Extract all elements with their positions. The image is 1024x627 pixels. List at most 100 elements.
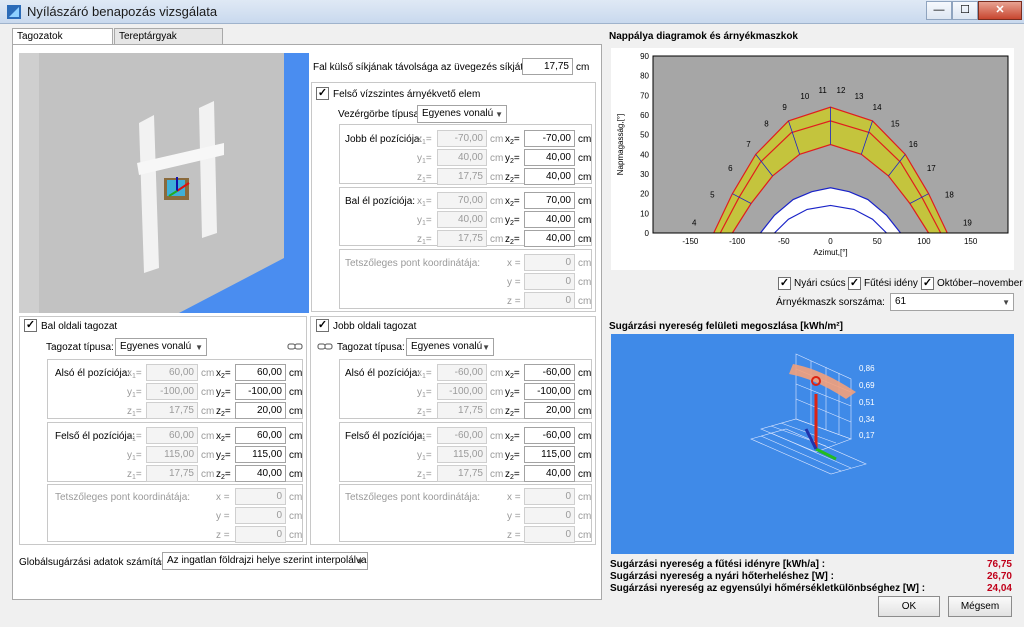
top-right-y1-input: 40,00 (437, 149, 487, 166)
chevron-down-icon: ▼ (356, 557, 364, 566)
geometry-3d-view[interactable] (19, 53, 309, 313)
left-upper-x2-input[interactable]: 60,00 (235, 427, 286, 444)
left-side-label: Bal oldali tagozat (41, 321, 118, 332)
y2-label: y2= (505, 153, 520, 165)
unit-label: cm (578, 296, 592, 307)
left-arbitrary-y-input: 0 (235, 507, 286, 524)
unit-label: cm (578, 196, 592, 207)
left-lower-y1-input: -100,00 (146, 383, 198, 400)
z1-label: z1= (127, 406, 142, 418)
link-icon[interactable] (287, 342, 303, 351)
right-lower-y2-input[interactable]: -100,00 (524, 383, 575, 400)
right-arbitrary-y-input: 0 (524, 507, 575, 524)
left-type-select[interactable]: Egyenes vonalú ▼ (115, 338, 207, 356)
x1-label: x1= (417, 431, 432, 443)
left-upper-y2-input[interactable]: 115,00 (235, 446, 286, 463)
top-right-x2-input[interactable]: -70,00 (524, 130, 575, 147)
ok-button[interactable]: OK (878, 596, 940, 617)
shade-mask-label: Árnyékmaszk sorszáma: (776, 297, 885, 308)
top-right-y2-input[interactable]: 40,00 (524, 149, 575, 166)
minimize-button[interactable]: — (926, 1, 952, 20)
unit-label: cm (289, 511, 303, 522)
y2-label: y2= (216, 450, 231, 462)
unit-label: cm (578, 277, 592, 288)
z-label: z = (507, 530, 521, 541)
oct-nov-checkbox[interactable]: ✓ (921, 277, 934, 290)
unit-label: cm (490, 450, 504, 461)
hour-label: 15 (891, 119, 900, 128)
global-radiation-select[interactable]: Az ingatlan földrajzi helye szerint inte… (162, 552, 368, 570)
unit-label: cm (201, 387, 215, 398)
unit-label: cm (490, 153, 504, 164)
unit-label: cm (578, 492, 592, 503)
left-side-checkbox[interactable]: ✓ (24, 319, 37, 332)
right-upper-z2-input[interactable]: 40,00 (524, 465, 575, 482)
hour-label: 19 (963, 219, 972, 228)
right-side-checkbox[interactable]: ✓ (316, 319, 329, 332)
hour-label: 4 (692, 219, 697, 228)
right-upper-y2-input[interactable]: 115,00 (524, 446, 575, 463)
top-left-x2-input[interactable]: 70,00 (524, 192, 575, 209)
scale-label: 0,69 (859, 381, 875, 390)
wall-distance-input[interactable]: 17,75 (522, 58, 573, 75)
y-label: y = (216, 511, 230, 522)
radiation-3d-view[interactable]: 0,86 0,69 0,51 0,34 0,17 (611, 334, 1014, 554)
y2-label: y2= (216, 387, 231, 399)
right-lower-x1-input: -60,00 (437, 364, 487, 381)
top-element-checkbox[interactable]: ✓ (316, 87, 329, 100)
right-arbitrary-z-input: 0 (524, 526, 575, 543)
right-arbitrary-x-input: 0 (524, 488, 575, 505)
x1-label: x1= (127, 368, 142, 380)
y2-label: y2= (505, 215, 520, 227)
sun-panel-title: Nappálya diagramok és árnyékmaszkok (609, 31, 798, 42)
title-bar: Nyílászáró benapozás vizsgálata — ☐ ✕ (0, 0, 1024, 24)
right-type-value: Egyenes vonalú (411, 341, 483, 352)
top-left-edge-label: Bal él pozíciója: (345, 196, 416, 207)
shade-mask-select[interactable]: 61 ▼ (890, 293, 1014, 311)
unit-label: cm (289, 450, 303, 461)
left-arbitrary-label: Tetszőleges pont koordinátája: (55, 492, 191, 503)
right-lower-x2-input[interactable]: -60,00 (524, 364, 575, 381)
hour-label: 8 (764, 119, 769, 128)
left-lower-z2-input[interactable]: 20,00 (235, 402, 286, 419)
top-right-z2-input[interactable]: 40,00 (524, 168, 575, 185)
oct-nov-label: Október–november (937, 278, 1023, 289)
top-left-y2-input[interactable]: 40,00 (524, 211, 575, 228)
close-button[interactable]: ✕ (978, 1, 1022, 20)
summer-peak-checkbox[interactable]: ✓ (778, 277, 791, 290)
result-summer-value: 26,70 (986, 571, 1012, 582)
tab-geometry[interactable]: Tagozatok geometriája (12, 28, 113, 57)
z-label: z = (216, 530, 230, 541)
z1-label: z1= (417, 406, 432, 418)
app-icon (7, 5, 21, 19)
top-left-z2-input[interactable]: 40,00 (524, 230, 575, 247)
result-balance-value: 24,04 (986, 583, 1012, 594)
unit-label: cm (289, 530, 303, 541)
right-type-select[interactable]: Egyenes vonalú ▼ (406, 338, 494, 356)
unit-label: cm (578, 406, 592, 417)
unit-label: cm (578, 368, 592, 379)
left-upper-z2-input[interactable]: 40,00 (235, 465, 286, 482)
x-label: x = (507, 492, 521, 503)
x1-label: x1= (417, 368, 432, 380)
heating-season-checkbox[interactable]: ✓ (848, 277, 861, 290)
left-lower-y2-input[interactable]: -100,00 (235, 383, 286, 400)
maximize-button[interactable]: ☐ (952, 1, 978, 20)
unit-label: cm (289, 492, 303, 503)
y-label: y = (507, 277, 521, 288)
top-arbitrary-z-input: 0 (524, 292, 575, 309)
link-icon[interactable] (317, 342, 333, 351)
left-lower-x2-input[interactable]: 60,00 (235, 364, 286, 381)
hour-label: 18 (945, 191, 954, 200)
right-upper-x2-input[interactable]: -60,00 (524, 427, 575, 444)
summer-peak-label: Nyári csúcs (794, 278, 846, 289)
x-tick-label: -50 (778, 237, 790, 246)
right-lower-z2-input[interactable]: 20,00 (524, 402, 575, 419)
hour-label: 6 (728, 164, 733, 173)
top-curve-select[interactable]: Egyenes vonalú ▼ (417, 105, 507, 123)
scale-label: 0,34 (859, 415, 875, 424)
tab-terrain[interactable]: Tereptárgyak megadása (114, 28, 223, 57)
unit-label: cm (490, 134, 504, 145)
x-axis-label: Azimut,[°] (813, 248, 847, 257)
cancel-button[interactable]: Mégsem (948, 596, 1012, 617)
